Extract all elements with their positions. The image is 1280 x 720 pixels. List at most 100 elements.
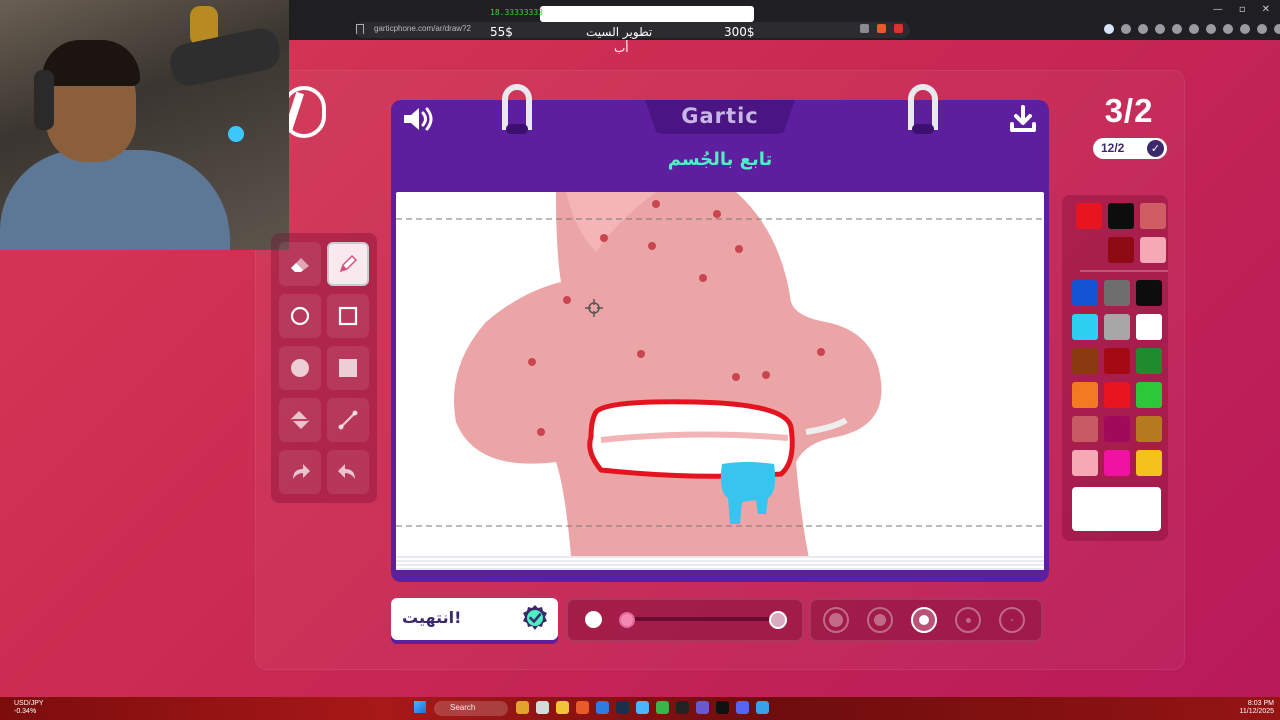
taskbar-app-icon[interactable] bbox=[656, 701, 669, 714]
color-swatch[interactable] bbox=[1072, 314, 1098, 340]
taskbar-app-icon[interactable] bbox=[696, 701, 709, 714]
line-tool[interactable] bbox=[327, 398, 369, 442]
color-swatch[interactable] bbox=[1072, 450, 1098, 476]
color-swatch[interactable] bbox=[1072, 416, 1098, 442]
brush-size-options bbox=[823, 607, 1025, 633]
color-swatch[interactable] bbox=[1072, 280, 1098, 306]
menu-icon[interactable] bbox=[1274, 24, 1280, 34]
color-swatch[interactable] bbox=[1104, 314, 1130, 340]
color-swatch[interactable] bbox=[1072, 382, 1098, 408]
brush-size-dot bbox=[965, 617, 971, 623]
done-button-label[interactable]: انتهيت! bbox=[402, 608, 461, 627]
taskbar-app-icon[interactable] bbox=[616, 701, 629, 714]
eraser-tool[interactable] bbox=[279, 242, 321, 286]
extension-icon[interactable] bbox=[1138, 24, 1148, 34]
taskbar-app-icon[interactable] bbox=[536, 701, 549, 714]
drawing-prompt: تابع بالجُسم bbox=[667, 149, 773, 170]
taskbar-app-icon[interactable] bbox=[736, 701, 749, 714]
taskbar-app-icon[interactable] bbox=[756, 701, 769, 714]
download-icon[interactable] bbox=[1257, 24, 1267, 34]
redo-tool[interactable] bbox=[279, 450, 321, 494]
taskbar-app-icon[interactable] bbox=[596, 701, 609, 714]
extension-icon[interactable] bbox=[1104, 24, 1114, 34]
color-swatch[interactable] bbox=[1104, 450, 1130, 476]
brush-size-option[interactable] bbox=[955, 607, 981, 633]
taskbar-search-label[interactable]: Search bbox=[450, 703, 475, 712]
url-text[interactable]: garticphone.com/ar/draw?2 bbox=[374, 24, 471, 33]
taskbar-apps bbox=[516, 701, 769, 714]
color-swatch[interactable] bbox=[1104, 416, 1130, 442]
opacity-slider-track[interactable] bbox=[621, 617, 777, 621]
extension-icon[interactable] bbox=[1155, 24, 1165, 34]
color-swatch[interactable] bbox=[1136, 416, 1162, 442]
round-counter: 3/2 bbox=[1104, 92, 1154, 129]
pencil-tool[interactable] bbox=[327, 242, 369, 286]
check-badge-icon[interactable] bbox=[520, 603, 550, 633]
recent-color-swatch[interactable] bbox=[1108, 203, 1134, 229]
recent-color-swatch[interactable] bbox=[1108, 237, 1134, 263]
microphone bbox=[166, 25, 284, 89]
brush-size-option[interactable] bbox=[911, 607, 937, 633]
fill-bucket-tool[interactable] bbox=[279, 398, 321, 442]
brave-rewards-icon[interactable] bbox=[894, 24, 903, 33]
close-window-button[interactable]: ✕ bbox=[1262, 4, 1270, 15]
clock-time: 8:03 PM bbox=[1247, 700, 1274, 707]
color-swatch[interactable] bbox=[1136, 314, 1162, 340]
share-icon[interactable] bbox=[860, 24, 869, 33]
extension-icon[interactable] bbox=[1121, 24, 1131, 34]
brush-size-option[interactable] bbox=[867, 607, 893, 633]
taskbar-app-icon[interactable] bbox=[556, 701, 569, 714]
taskbar-app-icon[interactable] bbox=[676, 701, 689, 714]
rectangle-filled-icon bbox=[339, 359, 357, 377]
brave-shield-icon[interactable] bbox=[877, 24, 886, 33]
ready-players-count: 12/2 bbox=[1101, 141, 1125, 155]
undo-tool[interactable] bbox=[327, 450, 369, 494]
recent-color-swatch[interactable] bbox=[1140, 203, 1166, 229]
bookmark-icon[interactable] bbox=[356, 24, 364, 34]
color-swatch[interactable] bbox=[1136, 382, 1162, 408]
main-colors bbox=[1072, 280, 1164, 476]
sidebar-icon[interactable] bbox=[1240, 24, 1250, 34]
opacity-max-icon bbox=[769, 611, 787, 629]
rectangle-filled-tool[interactable] bbox=[327, 346, 369, 390]
taskbar-app-icon[interactable] bbox=[636, 701, 649, 714]
streamer-body bbox=[0, 150, 230, 250]
extension-icon[interactable] bbox=[1172, 24, 1182, 34]
extension-icon[interactable] bbox=[1206, 24, 1216, 34]
minimize-button[interactable]: — bbox=[1213, 4, 1223, 15]
music-icon[interactable] bbox=[1223, 24, 1233, 34]
brush-size-option[interactable] bbox=[999, 607, 1025, 633]
drawing-canvas[interactable] bbox=[396, 192, 1044, 568]
recent-colors bbox=[1074, 203, 1166, 263]
maximize-button[interactable]: ▫ bbox=[1239, 4, 1246, 15]
circle-outline-tool[interactable] bbox=[279, 294, 321, 338]
taskbar-app-icon[interactable] bbox=[516, 701, 529, 714]
download-icon[interactable] bbox=[1008, 104, 1038, 134]
brush-size-dot bbox=[919, 615, 929, 625]
color-swatch[interactable] bbox=[1136, 348, 1162, 374]
sound-icon[interactable] bbox=[401, 104, 437, 134]
brush-size-option[interactable] bbox=[823, 607, 849, 633]
stream-ticker: 18.33333333 bbox=[490, 8, 543, 17]
taskbar-app-icon[interactable] bbox=[716, 701, 729, 714]
taskbar-ticker: USD/JPY -0.34% bbox=[14, 700, 44, 716]
window-controls: — ▫ ✕ bbox=[1213, 4, 1270, 15]
webcam-background-light bbox=[228, 126, 244, 142]
color-swatch[interactable] bbox=[1104, 280, 1130, 306]
color-swatch[interactable] bbox=[1136, 280, 1162, 306]
rectangle-outline-tool[interactable] bbox=[327, 294, 369, 338]
drawn-pink-shape bbox=[454, 192, 882, 568]
canvas-drawing bbox=[396, 192, 1044, 568]
circle-filled-tool[interactable] bbox=[279, 346, 321, 390]
brush-size-dot bbox=[874, 614, 886, 626]
taskbar-app-icon[interactable] bbox=[576, 701, 589, 714]
donation-goal-bar bbox=[540, 6, 754, 22]
recent-color-swatch[interactable] bbox=[1140, 237, 1166, 263]
color-swatch[interactable] bbox=[1104, 348, 1130, 374]
color-swatch[interactable] bbox=[1072, 348, 1098, 374]
color-swatch[interactable] bbox=[1104, 382, 1130, 408]
color-swatch[interactable] bbox=[1136, 450, 1162, 476]
start-button[interactable] bbox=[414, 701, 426, 713]
extension-icon[interactable] bbox=[1189, 24, 1199, 34]
recent-color-swatch[interactable] bbox=[1076, 203, 1102, 229]
